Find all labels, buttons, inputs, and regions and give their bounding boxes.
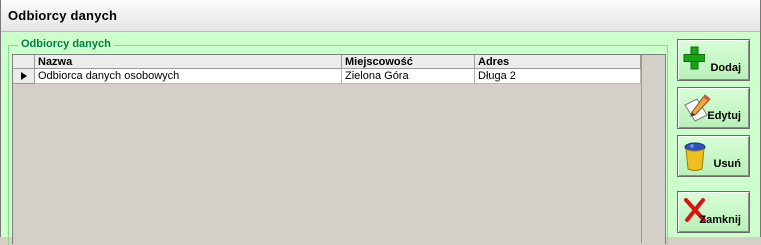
cell-city[interactable]: Zielona Góra xyxy=(342,69,475,84)
column-header-city[interactable]: Miejscowość xyxy=(342,55,475,69)
column-header-address[interactable]: Adres xyxy=(475,55,641,69)
groupbox-legend: Odbiorcy danych xyxy=(18,38,114,50)
close-button[interactable]: Zamknij xyxy=(677,191,750,233)
add-button-label: Dodaj xyxy=(710,62,741,74)
row-indicator[interactable] xyxy=(13,69,35,84)
current-row-arrow-icon xyxy=(21,72,27,80)
edit-button-label: Edytuj xyxy=(707,110,741,122)
add-button[interactable]: Dodaj xyxy=(677,39,750,81)
recipients-grid[interactable]: Nazwa Miejscowość Adres Odbiorca danych … xyxy=(12,54,666,244)
table-row[interactable]: Odbiorca danych osobowych Zielona Góra D… xyxy=(13,69,641,84)
column-header-name[interactable]: Nazwa xyxy=(35,55,342,69)
window-title: Odbiorcy danych xyxy=(8,8,118,23)
plus-icon xyxy=(683,46,705,70)
title-bar[interactable]: Odbiorcy danych xyxy=(1,0,760,32)
grid-header-indicator xyxy=(13,55,35,69)
main-window: Odbiorcy danych Odbiorcy danych Nazwa Mi… xyxy=(0,0,761,245)
cell-address[interactable]: Długa 2 xyxy=(475,69,641,84)
cell-name[interactable]: Odbiorca danych osobowych xyxy=(35,69,342,84)
trash-bin-icon xyxy=(684,142,706,171)
delete-button-label: Usuń xyxy=(713,158,742,170)
edit-button[interactable]: Edytuj xyxy=(677,87,750,129)
close-button-label: Zamknij xyxy=(699,214,741,226)
delete-button[interactable]: Usuń xyxy=(677,135,750,177)
grid-right-border xyxy=(641,55,642,243)
